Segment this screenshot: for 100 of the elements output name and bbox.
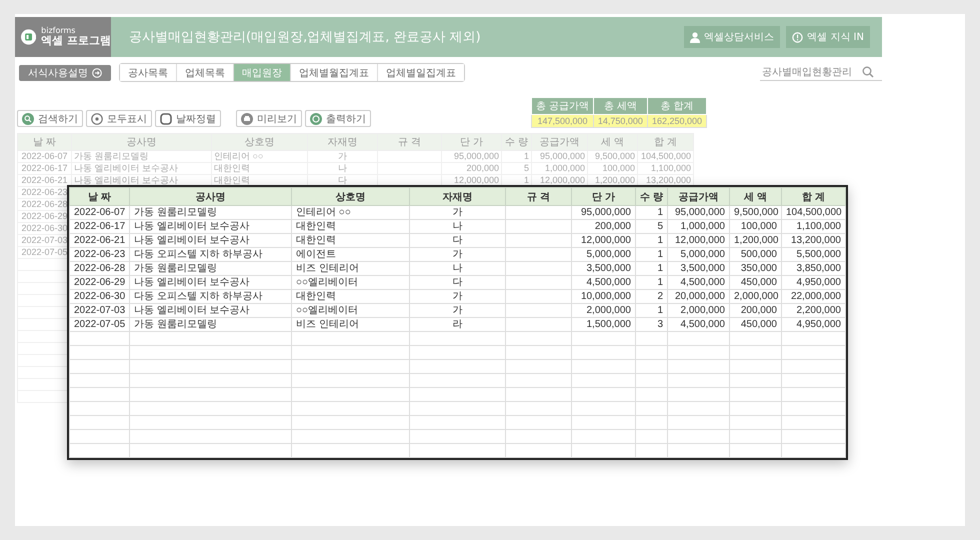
table-cell: 대한인력 — [292, 220, 410, 234]
table-cell: 다동 오피스텔 지하 하부공사 — [130, 290, 292, 304]
table-cell: 2022-06-17 — [18, 162, 72, 174]
table-cell: 4,950,000 — [782, 276, 846, 290]
table-cell: 3,500,000 — [572, 262, 636, 276]
table-cell: 5 — [502, 162, 532, 174]
table-cell: 가동 원룸리모델링 — [72, 150, 212, 162]
table-cell: 22,000,000 — [782, 290, 846, 304]
circle-icon — [91, 112, 103, 124]
toolbar-button[interactable]: 출력하기 — [305, 110, 371, 127]
table-cell: 나 — [410, 220, 506, 234]
table-cell: 대한인력 — [212, 162, 308, 174]
column-header: 날 짜 — [70, 188, 130, 206]
toolbar-button[interactable]: 모두표시 — [86, 110, 152, 127]
table-cell: 2,200,000 — [782, 304, 846, 318]
toolbar-button[interactable]: 미리보기 — [236, 110, 302, 127]
app-title: 공사별매입현황관리(매입원장,업체별집계표, 완료공사 제외) — [129, 29, 482, 46]
table-cell: 95,000,000 — [442, 150, 502, 162]
table-cell: 에이전트 — [292, 248, 410, 262]
table-cell: 2022-06-17 — [70, 220, 130, 234]
table-cell: ○○엘리베이터 — [292, 304, 410, 318]
info-icon — [792, 32, 804, 42]
table-cell: 2022-06-30 — [70, 290, 130, 304]
table-cell: 나동 엘리베이터 보수공사 — [130, 276, 292, 290]
table-cell: 2022-06-29 — [70, 276, 130, 290]
table-cell: 1,500,000 — [572, 318, 636, 332]
table-cell: 2022-06-07 — [70, 206, 130, 220]
column-header: 총 공급가액 — [532, 98, 594, 114]
table-cell: 450,000 — [730, 318, 782, 332]
tab[interactable]: 공사목록 — [120, 64, 177, 81]
table-cell: 2 — [636, 290, 668, 304]
table-cell: 대한인력 — [292, 234, 410, 248]
table-cell: 인테리어 ○○ — [292, 206, 410, 220]
table-cell: 가동 원룸리모델링 — [130, 206, 292, 220]
column-header: 상호명 — [292, 188, 410, 206]
table-cell: 가 — [410, 304, 506, 318]
toolbar-button[interactable]: 검색하기 — [17, 110, 83, 127]
table-cell: 나동 엘리베이터 보수공사 — [130, 234, 292, 248]
table-cell: 2,000,000 — [730, 290, 782, 304]
column-header: 합 계 — [782, 188, 846, 206]
table-cell: 2,000,000 — [668, 304, 730, 318]
table-cell: 1 — [636, 248, 668, 262]
table-cell: 2022-07-05 — [70, 318, 130, 332]
table-cell: 1 — [636, 304, 668, 318]
table-cell: 2022-07-03 — [70, 304, 130, 318]
column-header: 총 세액 — [593, 98, 648, 114]
table-cell: 2022-06-23 — [70, 248, 130, 262]
table-cell: 12,000,000 — [668, 234, 730, 248]
column-header: 상호명 — [212, 134, 308, 150]
table-cell: 10,000,000 — [572, 290, 636, 304]
column-header: 공급가액 — [532, 134, 588, 150]
table-cell: 1,000,000 — [668, 220, 730, 234]
table-cell: 다 — [410, 276, 506, 290]
table-cell: 1 — [636, 206, 668, 220]
table-cell: 3,500,000 — [668, 262, 730, 276]
column-header: 자재명 — [308, 134, 378, 150]
table-cell: 100,000 — [730, 220, 782, 234]
table-cell: 95,000,000 — [668, 206, 730, 220]
table-cell: 가 — [410, 248, 506, 262]
table-cell: 450,000 — [730, 276, 782, 290]
table-cell: 가 — [308, 150, 378, 162]
table-cell: 9,500,000 — [588, 150, 638, 162]
table-cell: 3,850,000 — [782, 262, 846, 276]
printer-icon — [241, 112, 253, 124]
table-cell: 가동 원룸리모델링 — [130, 318, 292, 332]
search-field[interactable]: 공사별매입현황관리 — [760, 64, 882, 81]
table-cell: 200,000 — [442, 162, 502, 174]
column-header: 규 격 — [378, 134, 442, 150]
table-cell: 비즈 인테리어 — [292, 262, 410, 276]
table-cell: 가 — [410, 206, 506, 220]
table-cell: 2022-06-07 — [18, 150, 72, 162]
table-cell: 대한인력 — [292, 290, 410, 304]
arrow-circle-icon — [92, 68, 102, 78]
table-cell: 12,000,000 — [572, 234, 636, 248]
table-cell: 가 — [410, 290, 506, 304]
table-cell: 162,250,000 — [647, 114, 706, 128]
column-header: 총 합계 — [647, 98, 706, 114]
table-cell: 1 — [502, 150, 532, 162]
toolbar-button[interactable]: 날짜정렬 — [155, 110, 221, 127]
table-cell: 2,000,000 — [572, 304, 636, 318]
table-cell: ○○엘리베이터 — [292, 276, 410, 290]
guide-button[interactable]: 서식사용설명 — [19, 64, 111, 80]
table-cell: 95,000,000 — [572, 206, 636, 220]
table-cell: 147,500,000 — [532, 114, 594, 128]
table-cell: 나동 엘리베이터 보수공사 — [130, 304, 292, 318]
table-cell: 4,500,000 — [668, 318, 730, 332]
table-cell: 나동 엘리베이터 보수공사 — [72, 162, 212, 174]
table-cell: 1,000,000 — [532, 162, 588, 174]
table-cell: 1 — [636, 234, 668, 248]
table-cell: 가동 원룸리모델링 — [130, 262, 292, 276]
table-cell: 200,000 — [730, 304, 782, 318]
table-cell: 나 — [308, 162, 378, 174]
table-cell: 350,000 — [730, 262, 782, 276]
table-cell: 1,100,000 — [638, 162, 694, 174]
table-cell: 나동 엘리베이터 보수공사 — [130, 220, 292, 234]
table-cell: 1 — [636, 276, 668, 290]
table-cell: 104,500,000 — [638, 150, 694, 162]
column-header: 공급가액 — [668, 188, 730, 206]
table-cell: 4,500,000 — [668, 276, 730, 290]
table-cell: 다 — [410, 234, 506, 248]
